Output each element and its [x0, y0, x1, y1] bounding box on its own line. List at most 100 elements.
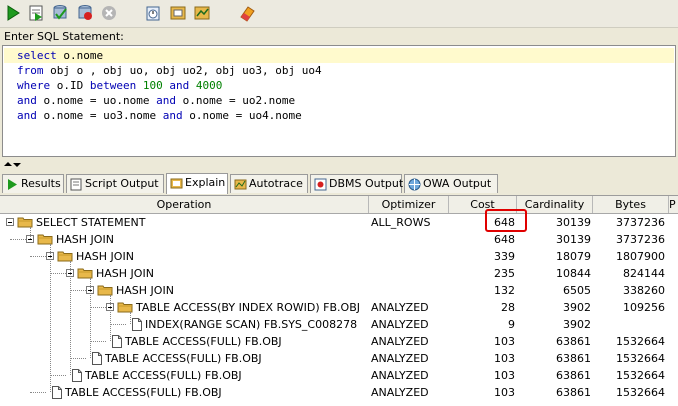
explain-icon — [170, 177, 183, 190]
tree-connector — [30, 256, 46, 258]
tab-autotrace[interactable]: Autotrace — [230, 174, 308, 193]
tree-guide-line — [30, 227, 32, 239]
cardinality-cell: 63861 — [556, 386, 591, 399]
collapse-node-icon[interactable] — [6, 218, 14, 226]
table-row[interactable]: HASH JOIN 235 10844 824144 — [0, 265, 678, 282]
tab-dbms-output[interactable]: DBMS Output — [310, 174, 404, 193]
document-icon — [132, 318, 142, 331]
cardinality-cell: 30139 — [556, 216, 591, 229]
rollback-icon[interactable] — [76, 4, 94, 22]
sql-editor-label: Enter SQL Statement: — [4, 30, 124, 43]
bytes-cell: 3737236 — [616, 233, 665, 246]
operation-cell: TABLE ACCESS(FULL) FB.OBJ — [105, 352, 262, 365]
tree-connector — [110, 324, 126, 326]
column-header-cardinality[interactable]: Cardinality — [517, 196, 593, 213]
dbms-icon — [314, 178, 327, 191]
cost-cell: 103 — [494, 369, 515, 382]
cost-cell: 103 — [494, 386, 515, 399]
bytes-cell: 1532664 — [616, 352, 665, 365]
table-row[interactable]: INDEX(RANGE SCAN) FB.SYS_C008278 ANALYZED… — [0, 316, 678, 333]
tab-label: DBMS Output — [329, 177, 404, 190]
optimizer-cell — [371, 248, 445, 265]
operation-cell: INDEX(RANGE SCAN) FB.SYS_C008278 — [145, 318, 358, 331]
tab-label: Explain — [185, 176, 226, 189]
sql-keyword: and — [17, 94, 37, 107]
cost-cell: 235 — [494, 267, 515, 280]
tree-connector — [50, 375, 66, 377]
cardinality-cell: 18079 — [556, 250, 591, 263]
tab-label: Results — [21, 177, 61, 190]
table-row[interactable]: SELECT STATEMENT ALL_ROWS 648 30139 3737236 — [0, 214, 678, 231]
run-script-icon[interactable] — [27, 4, 45, 22]
tab-label: OWA Output — [423, 177, 492, 190]
sql-keyword: and — [162, 109, 183, 122]
sql-history-icon[interactable] — [144, 4, 162, 22]
cardinality-cell: 63861 — [556, 352, 591, 365]
sql-number: 100 — [142, 79, 163, 92]
output-tabs: Results Script Output Explain Autotrace DBMS… — [0, 173, 678, 196]
column-header-bytes[interactable]: Bytes — [593, 196, 669, 213]
run-statement-icon[interactable] — [4, 4, 22, 22]
cost-cell: 103 — [494, 335, 515, 348]
sql-number: 4000 — [195, 79, 223, 92]
execute-explain-icon[interactable] — [169, 4, 187, 22]
tab-label: Autotrace — [249, 177, 303, 190]
cost-cell: 103 — [494, 352, 515, 365]
cancel-icon[interactable] — [100, 4, 118, 22]
table-row[interactable]: TABLE ACCESS(FULL) FB.OBJ ANALYZED 103 6386… — [0, 367, 678, 384]
optimizer-cell: ANALYZED — [371, 301, 429, 314]
table-row[interactable]: TABLE ACCESS(FULL) FB.OBJ ANALYZED 103 6386… — [0, 350, 678, 367]
cost-highlight-box — [485, 209, 527, 232]
grid-header: Operation Optimizer Cost Cardinality Byt… — [0, 196, 678, 214]
optimizer-cell — [371, 282, 445, 299]
sql-keyword: between — [89, 79, 137, 92]
sql-keyword: from — [17, 64, 44, 77]
clear-eraser-icon[interactable] — [238, 4, 256, 22]
sql-keyword: select — [17, 49, 57, 62]
bytes-cell: 1532664 — [616, 335, 665, 348]
commit-icon[interactable] — [51, 4, 69, 22]
optimizer-cell — [371, 231, 445, 248]
tab-owa-output[interactable]: OWA Output — [404, 174, 498, 193]
sql-text: obj o , obj uo, obj uo2, obj uo3, obj uo… — [43, 64, 322, 77]
panel-splitter[interactable] — [0, 159, 678, 173]
autotrace-icon[interactable] — [193, 4, 211, 22]
table-row[interactable]: TABLE ACCESS(BY INDEX ROWID) FB.OBJ ANALY… — [0, 299, 678, 316]
sql-keyword: and — [17, 109, 37, 122]
column-header-optimizer[interactable]: Optimizer — [369, 196, 449, 213]
bytes-cell: 1807900 — [616, 250, 665, 263]
table-row[interactable]: HASH JOIN 339 18079 1807900 — [0, 248, 678, 265]
explain-plan-grid: Operation Optimizer Cost Cardinality Byt… — [0, 196, 678, 406]
sql-keyword: where — [17, 79, 51, 92]
tab-script-output[interactable]: Script Output — [66, 174, 164, 193]
optimizer-cell: ANALYZED — [371, 318, 429, 331]
cost-cell: 339 — [494, 250, 515, 263]
tree-connector — [30, 392, 46, 394]
sql-line: select o.nome — [17, 48, 322, 63]
column-header-operation[interactable]: Operation — [0, 196, 369, 213]
collapse-up-icon[interactable] — [4, 162, 12, 166]
cardinality-cell: 63861 — [556, 369, 591, 382]
cardinality-cell: 10844 — [556, 267, 591, 280]
sql-code[interactable]: select o.nome from obj o , obj uo, obj uo… — [17, 48, 322, 123]
tab-results[interactable]: Results — [2, 174, 64, 193]
operation-cell: HASH JOIN — [96, 267, 154, 280]
sql-line: where o.ID between 100 and 4000 — [17, 78, 322, 93]
tab-explain[interactable]: Explain — [166, 173, 228, 194]
table-row[interactable]: TABLE ACCESS(FULL) FB.OBJ ANALYZED 103 6386… — [0, 384, 678, 401]
table-row[interactable]: TABLE ACCESS(FULL) FB.OBJ ANALYZED 103 6386… — [0, 333, 678, 350]
sql-line: and o.nome = uo.nome and o.nome = uo2.no… — [17, 93, 322, 108]
table-row[interactable]: HASH JOIN 648 30139 3737236 — [0, 231, 678, 248]
cardinality-cell: 3902 — [563, 318, 591, 331]
table-row[interactable]: HASH JOIN 132 6505 338260 — [0, 282, 678, 299]
cost-cell: 132 — [494, 284, 515, 297]
cardinality-cell: 6505 — [563, 284, 591, 297]
tree-guide-line — [110, 295, 112, 341]
sql-line: and o.nome = uo3.nome and o.nome = uo4.n… — [17, 108, 322, 123]
sql-editor[interactable]: select o.nome from obj o , obj uo, obj uo… — [2, 45, 676, 157]
operation-cell: TABLE ACCESS(FULL) FB.OBJ — [65, 386, 222, 399]
collapse-down-icon[interactable] — [13, 163, 21, 167]
column-header-partial[interactable]: P — [669, 196, 678, 213]
operation-cell: TABLE ACCESS(BY INDEX ROWID) FB.OBJ — [136, 301, 360, 314]
